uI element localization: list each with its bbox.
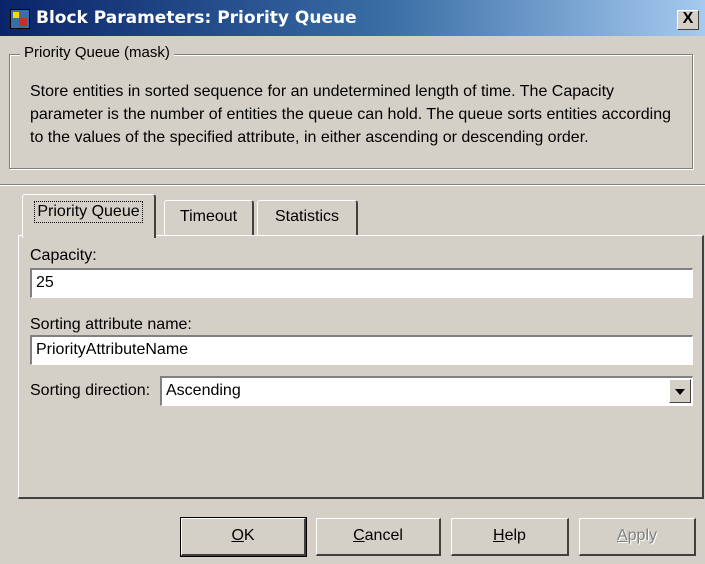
ok-button-label: K xyxy=(243,527,255,544)
sorting-direction-select[interactable]: Ascending xyxy=(160,376,693,406)
tab-label: Priority Queue xyxy=(34,201,143,223)
sorting-direction-label: Sorting direction: xyxy=(30,382,151,399)
cancel-button[interactable]: Cancel xyxy=(316,518,441,556)
chevron-down-icon[interactable] xyxy=(669,379,691,403)
capacity-field[interactable]: 25 xyxy=(30,268,693,298)
mask-legend: Priority Queue (mask) xyxy=(20,44,174,61)
tab-timeout[interactable]: Timeout xyxy=(164,200,254,238)
apply-button[interactable]: Apply xyxy=(579,518,696,556)
ok-button[interactable]: OK xyxy=(180,517,307,557)
window-title: Block Parameters: Priority Queue xyxy=(36,8,357,28)
sorting-direction-value: Ascending xyxy=(166,382,241,399)
capacity-label: Capacity: xyxy=(30,247,97,264)
sorting-attribute-field[interactable]: PriorityAttributeName xyxy=(30,335,693,365)
tab-label: Timeout xyxy=(179,208,238,225)
close-button[interactable]: X xyxy=(677,10,699,30)
sorting-attribute-label: Sorting attribute name: xyxy=(30,316,192,333)
simulink-block-icon xyxy=(10,9,30,29)
separator xyxy=(0,184,705,186)
help-button-label: elp xyxy=(504,527,526,544)
mask-description: Store entities in sorted sequence for an… xyxy=(30,83,671,146)
cancel-button-label: ancel xyxy=(364,527,403,544)
tab-label: Statistics xyxy=(274,208,339,225)
title-bar[interactable]: Block Parameters: Priority Queue X xyxy=(0,0,705,36)
help-button[interactable]: Help xyxy=(451,518,569,556)
tab-statistics[interactable]: Statistics xyxy=(257,200,358,238)
apply-button-label: pply xyxy=(627,527,658,544)
tab-priority-queue[interactable]: Priority Queue xyxy=(22,194,156,238)
